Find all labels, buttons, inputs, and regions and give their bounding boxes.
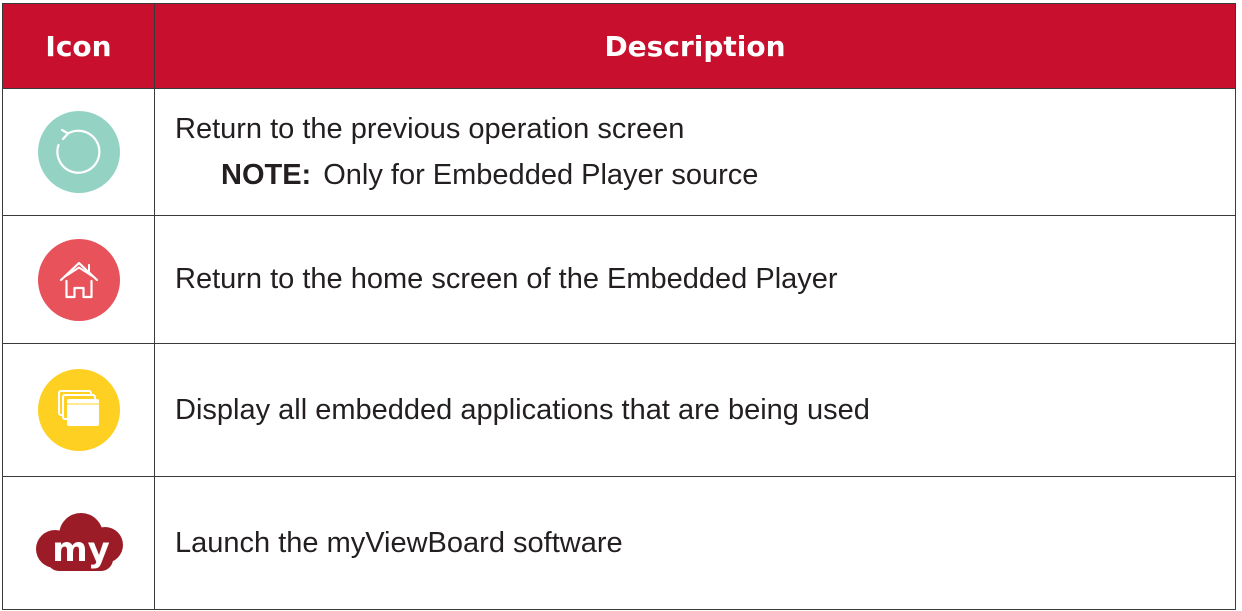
return-icon bbox=[37, 111, 120, 193]
table-row: Return to the previous operation screen … bbox=[2, 88, 1236, 216]
note-label: NOTE: bbox=[221, 159, 312, 191]
icon-cell bbox=[2, 88, 155, 216]
myviewboard-cloud-icon: my bbox=[35, 513, 123, 571]
myviewboard-logo-text: my bbox=[52, 530, 110, 570]
table-header-row: Icon Description bbox=[2, 3, 1236, 89]
windows-icon bbox=[37, 369, 120, 451]
description-cell: Launch the myViewBoard software bbox=[154, 476, 1236, 610]
description-text: Return to the home screen of the Embedde… bbox=[175, 263, 838, 296]
icon-description-table: Icon Description Return to the previous … bbox=[2, 3, 1236, 610]
description-text: Return to the previous operation screen bbox=[175, 112, 685, 145]
note-text: Only for Embedded Player source bbox=[323, 159, 759, 191]
icon-cell bbox=[2, 343, 155, 477]
icon-cell bbox=[2, 215, 155, 344]
description-text: Display all embedded applications that a… bbox=[175, 393, 870, 426]
table-row: my Launch the myViewBoard software bbox=[2, 476, 1236, 610]
note: NOTE: Only for Embedded Player source bbox=[175, 154, 1235, 196]
table-row: Return to the home screen of the Embedde… bbox=[2, 215, 1236, 344]
description-cell: Return to the previous operation screen … bbox=[154, 88, 1236, 216]
description-column-header: Description bbox=[154, 3, 1236, 89]
table-row: Display all embedded applications that a… bbox=[2, 343, 1236, 477]
home-icon bbox=[37, 238, 120, 321]
icon-cell: my bbox=[2, 476, 155, 610]
description-cell: Display all embedded applications that a… bbox=[154, 343, 1236, 477]
icon-column-header: Icon bbox=[2, 3, 155, 89]
description-text: Launch the myViewBoard software bbox=[175, 526, 623, 559]
description-cell: Return to the home screen of the Embedde… bbox=[154, 215, 1236, 344]
